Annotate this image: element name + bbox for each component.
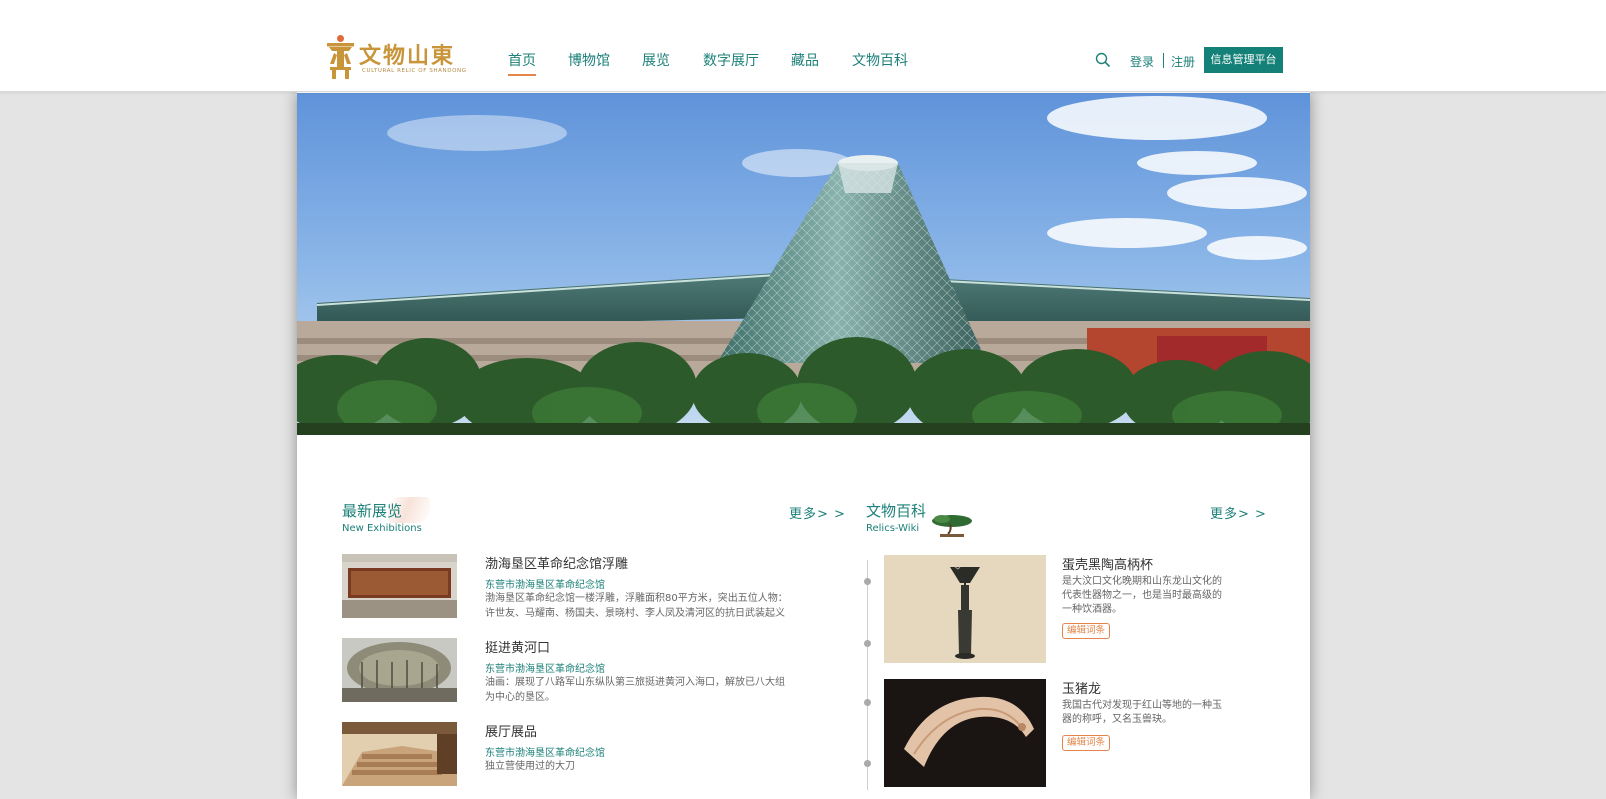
search-icon[interactable] [1095, 52, 1111, 68]
nav-item-relics-wiki[interactable]: 文物百科 [852, 50, 908, 70]
nav-item-exhibitions[interactable]: 展览 [642, 50, 670, 70]
register-link[interactable]: 注册 [1171, 53, 1195, 70]
exhibition-venue[interactable]: 东营市渤海垦区革命纪念馆 [485, 660, 605, 675]
nav-item-museums[interactable]: 博物馆 [568, 50, 610, 70]
edit-entry-button[interactable]: 编辑词条 [1062, 735, 1111, 751]
timeline-dot [864, 699, 871, 706]
login-link[interactable]: 登录 [1130, 53, 1154, 70]
exhibition-desc: 独立营使用过的大刀 [485, 761, 575, 772]
exhibition-item[interactable]: 挺进黄河口 东营市渤海垦区革命纪念馆 油画：展现了八路军山东纵队第三旅挺进黄河入… [342, 638, 822, 704]
wiki-thumbnail[interactable] [884, 679, 1046, 787]
site-logo[interactable]: 文物山東 CULTURAL RELIC OF SHANDONG [325, 34, 466, 80]
exhibition-thumbnail[interactable] [342, 638, 457, 702]
timeline-dot [864, 640, 871, 647]
hero-banner [297, 93, 1310, 435]
login-divider [1163, 53, 1164, 68]
info-platform-button[interactable]: 信息管理平台 [1204, 47, 1283, 73]
wiki-more-link[interactable]: 更多> > [1210, 503, 1267, 522]
exhibition-title[interactable]: 渤海垦区革命纪念馆浮雕 [485, 553, 628, 572]
exhibitions-more-link[interactable]: 更多> > [789, 503, 846, 522]
exhibition-item[interactable]: 展厅展品 东营市渤海垦区革命纪念馆 独立营使用过的大刀 [342, 722, 822, 788]
edit-entry-button[interactable]: 编辑词条 [1062, 623, 1111, 639]
exhibitions-title: 最新展览 [342, 502, 403, 520]
wiki-entry-title[interactable]: 蛋壳黑陶高柄杯 [1062, 554, 1153, 573]
logo-emblem-icon [327, 35, 354, 79]
exhibition-desc: 油画：展现了八路军山东纵队第三旅挺进黄河入海口，解放已八大组为中心的垦区。 [485, 677, 785, 703]
wiki-subtitle: Relics-Wiki [866, 523, 920, 534]
wiki-title: 文物百科 [866, 502, 927, 520]
exhibition-thumbnail[interactable] [342, 722, 457, 786]
exhibitions-subtitle: New Exhibitions [342, 523, 422, 534]
exhibition-desc: 渤海垦区革命纪念馆一楼浮雕，浮雕面积80平方米，突出五位人物：许世友、马耀南、杨… [485, 593, 788, 619]
nav-item-collections[interactable]: 藏品 [791, 50, 819, 70]
timeline-dot [864, 578, 871, 585]
wiki-entry-desc: 我国古代对发现于红山等地的一种玉器的称呼，又名玉兽玦。 [1062, 700, 1222, 725]
wiki-thumbnail[interactable] [884, 555, 1046, 663]
timeline-dot [864, 760, 871, 767]
logo-text-cn: 文物山東 [359, 43, 456, 69]
bonsai-icon [932, 515, 972, 537]
top-header: 文物山東 CULTURAL RELIC OF SHANDONG 首页 博物馆 展… [0, 0, 1606, 92]
logo-text-en: CULTURAL RELIC OF SHANDONG [362, 68, 467, 74]
wiki-entry-desc: 是大汶口文化晚期和山东龙山文化的代表性器物之一，也是当时最高级的一种饮酒器。 [1062, 576, 1222, 615]
exhibition-venue[interactable]: 东营市渤海垦区革命纪念馆 [485, 744, 605, 759]
wiki-timeline [867, 560, 868, 790]
wiki-entry-title[interactable]: 玉猪龙 [1062, 678, 1101, 697]
nav-item-home[interactable]: 首页 [508, 50, 536, 76]
wiki-item[interactable]: 玉猪龙 我国古代对发现于红山等地的一种玉器的称呼，又名玉兽玦。 编辑词条 [884, 679, 1264, 789]
nav-item-digital-hall[interactable]: 数字展厅 [703, 50, 759, 70]
exhibition-item[interactable]: 渤海垦区革命纪念馆浮雕 东营市渤海垦区革命纪念馆 渤海垦区革命纪念馆一楼浮雕，浮… [342, 554, 822, 620]
exhibition-venue[interactable]: 东营市渤海垦区革命纪念馆 [485, 576, 605, 591]
exhibition-title[interactable]: 展厅展品 [485, 721, 537, 740]
exhibition-thumbnail[interactable] [342, 554, 457, 618]
exhibition-title[interactable]: 挺进黄河口 [485, 637, 550, 656]
wiki-item[interactable]: 蛋壳黑陶高柄杯 是大汶口文化晚期和山东龙山文化的代表性器物之一，也是当时最高级的… [884, 555, 1264, 665]
